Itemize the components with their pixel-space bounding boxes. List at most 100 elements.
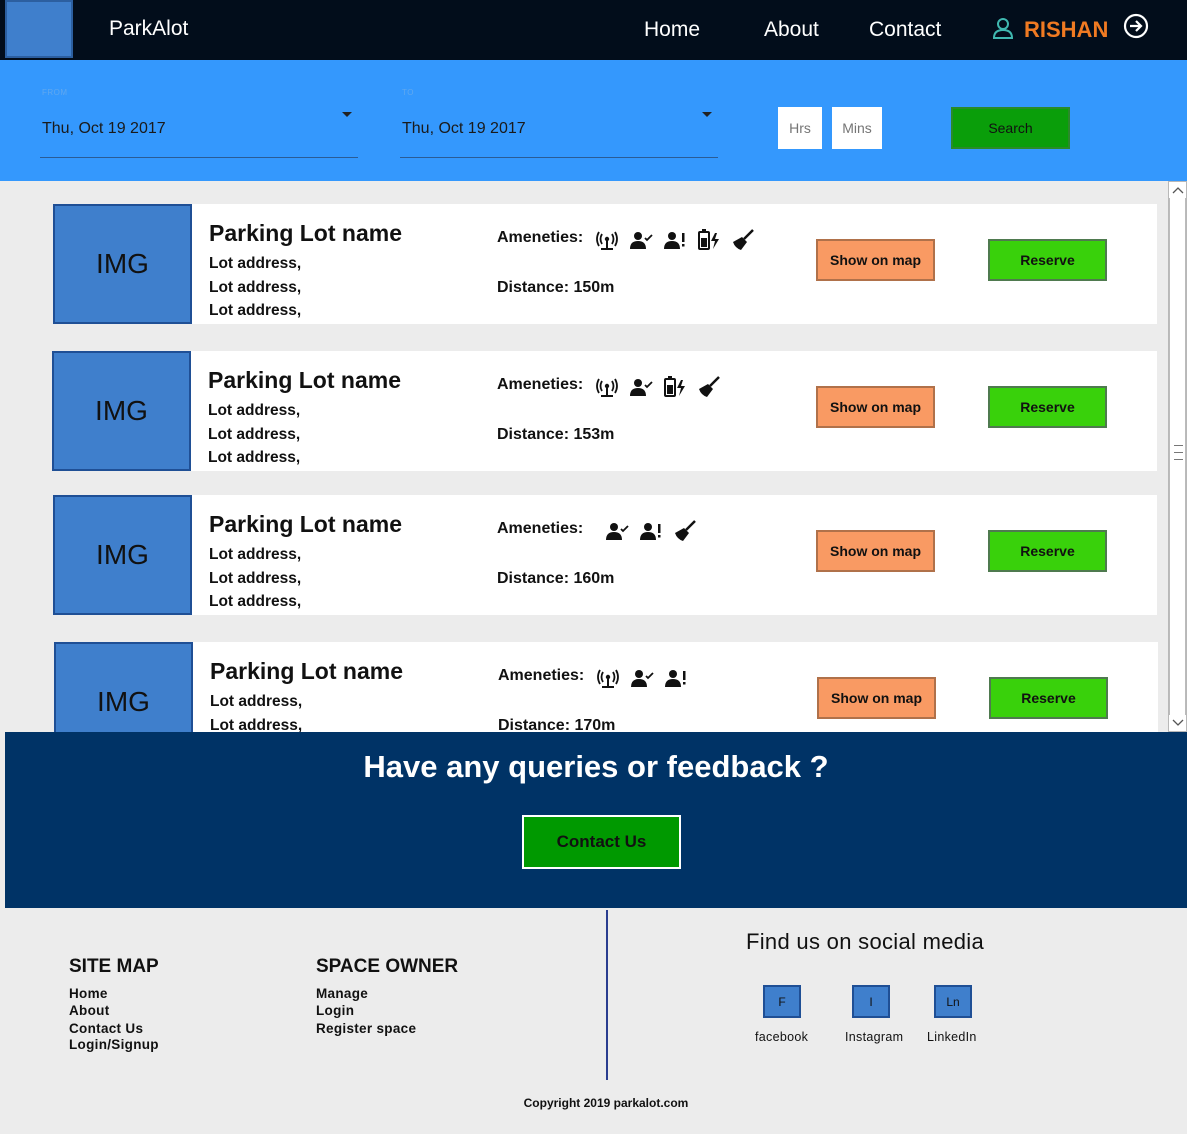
alert-person-icon — [665, 670, 686, 687]
reserve-button[interactable]: Reserve — [988, 386, 1107, 428]
linkedin-icon[interactable]: Ln — [934, 985, 972, 1018]
nav-contact-link[interactable]: Contact — [869, 18, 941, 42]
results-scrollbar[interactable] — [1168, 181, 1187, 732]
show-on-map-button[interactable]: Show on map — [816, 386, 935, 428]
lot-address-line: Lot address, — [209, 255, 302, 272]
linkedin-link[interactable]: LinkedIn — [927, 1030, 977, 1044]
footer-link-about[interactable]: About — [69, 1003, 109, 1018]
brand-name[interactable]: ParkAlot — [109, 17, 188, 41]
top-navbar: ParkAlot Home About Contact RISHAN — [0, 0, 1187, 60]
lot-address-line: Lot address, — [209, 546, 302, 563]
nav-about-link[interactable]: About — [764, 18, 819, 42]
amenities-icons — [605, 519, 707, 543]
feedback-section: Have any queries or feedback ? Contact U… — [5, 732, 1187, 908]
footer-link-manage[interactable]: Manage — [316, 986, 368, 1001]
parking-lot-card: IMG Parking Lot name Lot address, Lot ad… — [52, 351, 1157, 471]
distance-value: 150m — [573, 279, 615, 296]
cleaning-icon — [733, 229, 754, 250]
footer-link-login[interactable]: Login — [316, 1003, 354, 1018]
lot-address-line: Lot address, — [209, 279, 302, 296]
to-caption: TO — [402, 88, 414, 97]
lot-name: Parking Lot name — [210, 658, 403, 684]
footer: SITE MAP Home About Contact Us Login/Sig… — [5, 908, 1187, 1134]
user-name[interactable]: RISHAN — [1024, 17, 1108, 43]
sitemap-title: SITE MAP — [69, 956, 159, 977]
reserve-button[interactable]: Reserve — [989, 677, 1108, 719]
user-icon — [992, 18, 1014, 39]
attendant-icon — [630, 379, 653, 396]
scroll-thumb[interactable] — [1169, 198, 1186, 715]
lot-address-line: Lot address, — [209, 302, 302, 319]
footer-link-home[interactable]: Home — [69, 986, 108, 1001]
show-on-map-button[interactable]: Show on map — [816, 530, 935, 572]
feedback-title: Have any queries or feedback ? — [363, 749, 829, 784]
chevron-down-icon — [1172, 719, 1183, 726]
cleaning-icon — [675, 520, 696, 541]
distance-value: 170m — [574, 717, 616, 732]
ev-charging-icon — [664, 376, 685, 397]
distance-text: Distance: 170m — [498, 717, 616, 732]
social-title: Find us on social media — [746, 929, 985, 954]
amenities-label: Ameneties: — [498, 667, 585, 684]
space-owner-title: SPACE OWNER — [316, 956, 459, 977]
lot-address-line: Lot address, — [208, 426, 301, 443]
from-caption: FROM — [42, 88, 68, 97]
distance-value: 153m — [573, 426, 615, 443]
wifi-icon — [597, 669, 619, 688]
parking-lot-card: IMG Parking Lot name Lot address, Lot ad… — [53, 495, 1157, 615]
lot-image-placeholder: IMG — [53, 495, 192, 615]
lot-image-placeholder: IMG — [52, 351, 191, 471]
scroll-up-arrow[interactable] — [1169, 182, 1186, 198]
hours-input[interactable] — [778, 107, 822, 149]
amenities-icons — [595, 375, 731, 399]
facebook-link[interactable]: facebook — [755, 1030, 808, 1044]
lot-name: Parking Lot name — [208, 367, 401, 393]
amenities-label: Ameneties: — [497, 520, 584, 537]
attendant-icon — [631, 670, 654, 687]
lot-address-line: Lot address, — [210, 693, 303, 710]
footer-link-login-signup[interactable]: Login/Signup — [69, 1037, 159, 1052]
show-on-map-button[interactable]: Show on map — [817, 677, 936, 719]
chevron-down-icon[interactable] — [702, 112, 712, 117]
footer-divider — [606, 910, 608, 1080]
contact-us-button[interactable]: Contact Us — [522, 815, 681, 869]
alert-person-icon — [664, 232, 685, 249]
amenities-icons — [595, 228, 765, 252]
logo[interactable] — [5, 0, 73, 58]
alert-person-icon — [640, 523, 661, 540]
show-on-map-button[interactable]: Show on map — [816, 239, 935, 281]
amenities-label: Ameneties: — [497, 229, 584, 246]
distance-text: Distance: 160m — [497, 570, 615, 587]
chevron-up-icon — [1172, 187, 1183, 194]
reserve-button[interactable]: Reserve — [988, 239, 1107, 281]
instagram-link[interactable]: Instagram — [845, 1030, 903, 1044]
nav-home-link[interactable]: Home — [644, 18, 700, 42]
lot-address-line: Lot address, — [208, 402, 301, 419]
reserve-button[interactable]: Reserve — [988, 530, 1107, 572]
parking-lot-card: IMG Parking Lot name Lot address, Lot ad… — [53, 204, 1157, 324]
grip-line — [1174, 452, 1183, 453]
amenities-label: Ameneties: — [497, 376, 584, 393]
to-date-value: Thu, Oct 19 2017 — [402, 120, 526, 137]
instagram-icon[interactable]: I — [852, 985, 890, 1018]
scroll-down-arrow[interactable] — [1169, 715, 1186, 731]
logout-icon[interactable] — [1123, 13, 1149, 39]
lot-name: Parking Lot name — [209, 511, 402, 537]
from-date-picker[interactable]: FROM Thu, Oct 19 2017 — [40, 84, 358, 158]
facebook-icon[interactable]: F — [763, 985, 801, 1018]
lot-name: Parking Lot name — [209, 220, 402, 246]
to-date-picker[interactable]: TO Thu, Oct 19 2017 — [400, 84, 718, 158]
attendant-icon — [630, 232, 653, 249]
attendant-icon — [606, 523, 629, 540]
cleaning-icon — [699, 376, 720, 397]
results-list[interactable]: IMG Parking Lot name Lot address, Lot ad… — [0, 181, 1168, 732]
search-bar: FROM Thu, Oct 19 2017 TO Thu, Oct 19 201… — [0, 60, 1187, 181]
from-date-value: Thu, Oct 19 2017 — [42, 120, 166, 137]
distance-text: Distance: 153m — [497, 426, 615, 443]
parking-lot-card: IMG Parking Lot name Lot address, Lot ad… — [54, 642, 1158, 732]
search-button[interactable]: Search — [951, 107, 1070, 149]
footer-link-contact[interactable]: Contact Us — [69, 1021, 143, 1036]
minutes-input[interactable] — [832, 107, 882, 149]
footer-link-register-space[interactable]: Register space — [316, 1021, 416, 1036]
chevron-down-icon[interactable] — [342, 112, 352, 117]
